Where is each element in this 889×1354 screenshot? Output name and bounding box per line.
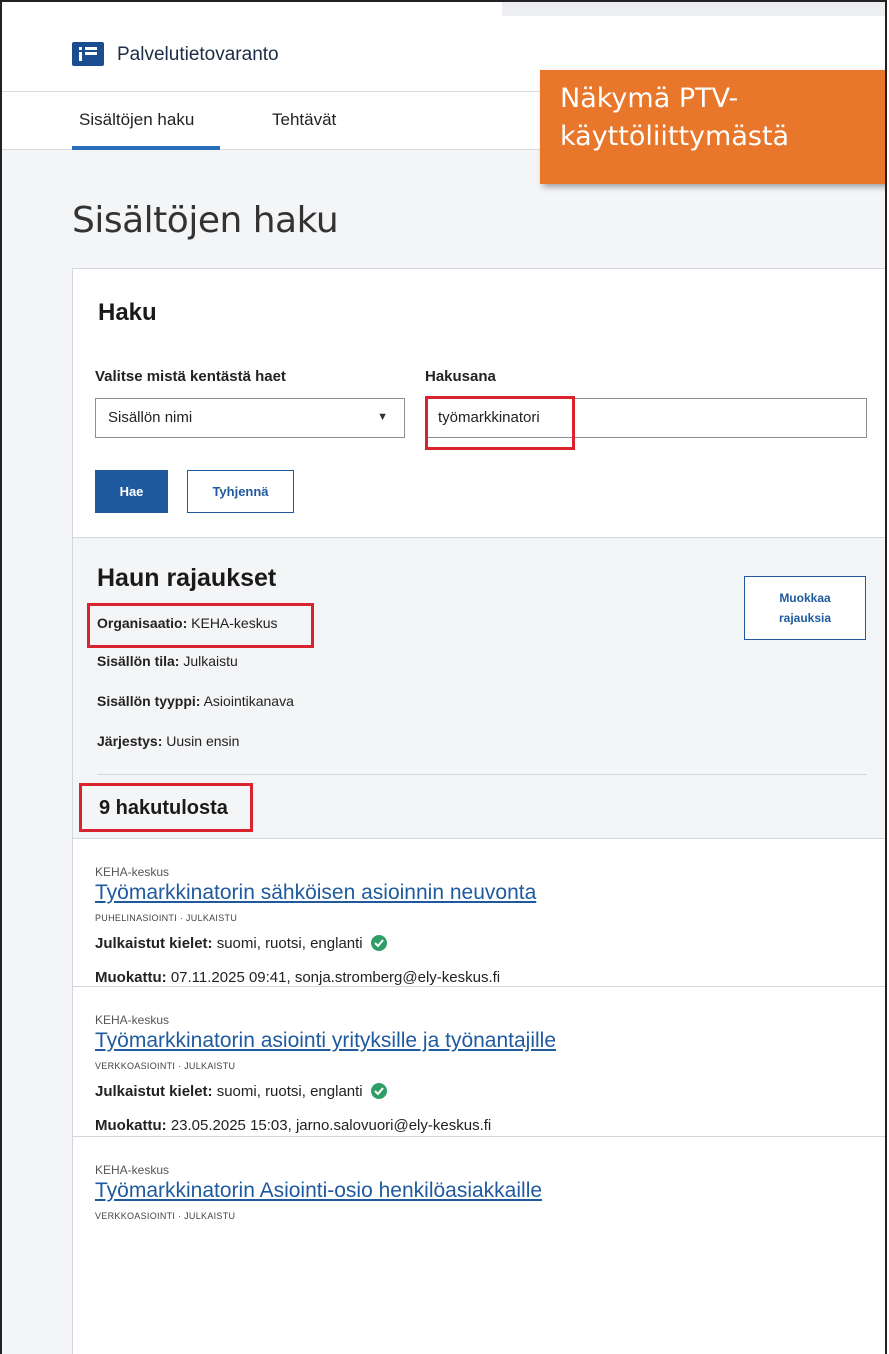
result-title-link[interactable]: Työmarkkinatorin Asiointi-osio henkilöas…: [95, 1179, 542, 1203]
keyword-highlight-box: [425, 396, 575, 450]
palvelutietovaranto-logo-icon[interactable]: [72, 42, 104, 66]
result-title-link[interactable]: Työmarkkinatorin sähköisen asioinnin neu…: [95, 881, 536, 905]
result-modified: Muokattu: 07.11.2025 09:41, sonja.stromb…: [95, 969, 500, 986]
languages-value: suomi, ruotsi, englanti: [216, 935, 363, 952]
edit-filters-button[interactable]: Muokkaa rajauksia: [744, 576, 866, 640]
filter-label: Sisällön tyyppi:: [97, 693, 201, 709]
modified-label: Muokattu:: [95, 1117, 167, 1134]
result-item: KEHA-keskus Työmarkkinatorin asiointi yr…: [73, 987, 885, 1137]
result-title-link[interactable]: Työmarkkinatorin asiointi yrityksille ja…: [95, 1029, 556, 1053]
result-meta: PUHELINASIOINTI · JULKAISTU: [95, 913, 238, 923]
published-check-icon: [370, 1083, 387, 1099]
main-content: Sisältöjen haku Haku Valitse mistä kentä…: [2, 150, 885, 1354]
search-button[interactable]: Hae: [95, 470, 168, 513]
filter-value: Julkaistu: [183, 653, 238, 669]
result-organization: KEHA-keskus: [95, 1163, 170, 1177]
top-strip: [502, 2, 885, 16]
filter-label: Järjestys:: [97, 733, 163, 749]
result-item: KEHA-keskus Työmarkkinatorin Asiointi-os…: [73, 1137, 885, 1285]
filters-title: Haun rajaukset: [97, 564, 277, 592]
result-modified: Muokattu: 23.05.2025 15:03, jarno.salovu…: [95, 1117, 491, 1134]
modified-value: 07.11.2025 09:41, sonja.stromberg@ely-ke…: [170, 969, 501, 986]
result-organization: KEHA-keskus: [95, 1013, 170, 1027]
search-field-select[interactable]: Sisällön nimi ▼: [95, 398, 405, 438]
page-title: Sisältöjen haku: [72, 200, 339, 241]
organization-highlight-box: [87, 603, 314, 648]
languages-value: suomi, ruotsi, englanti: [216, 1083, 363, 1100]
result-organization: KEHA-keskus: [95, 865, 170, 879]
published-check-icon: [370, 935, 387, 951]
tab-tehtavat[interactable]: Tehtävät: [272, 110, 336, 130]
keyword-label: Hakusana: [425, 368, 496, 385]
results-count-highlight-box: [79, 783, 253, 832]
callout-line-2: käyttöliittymästä: [560, 121, 790, 152]
filter-content-type: Sisällön tyyppi: Asiointikanava: [97, 693, 294, 709]
divider: [97, 774, 867, 775]
result-languages: Julkaistut kielet: suomi, ruotsi, englan…: [95, 935, 387, 952]
result-languages: Julkaistut kielet: suomi, ruotsi, englan…: [95, 1083, 387, 1100]
app-window: Palvelutietovaranto Sisältöjen haku Teht…: [0, 0, 887, 1354]
result-meta: VERKKOASIOINTI · JULKAISTU: [95, 1211, 236, 1221]
dropdown-caret-icon: ▼: [377, 411, 388, 423]
callout-line-1: Näkymä PTV-: [560, 83, 739, 114]
tab-sisaltojen-haku[interactable]: Sisältöjen haku: [79, 110, 194, 130]
edit-filters-label-1: Muokkaa: [779, 591, 831, 605]
filter-sort-order: Järjestys: Uusin ensin: [97, 733, 239, 749]
languages-label: Julkaistut kielet:: [95, 935, 213, 952]
search-section-title: Haku: [98, 299, 157, 326]
modified-value: 23.05.2025 15:03, jarno.salovuori@ely-ke…: [170, 1117, 492, 1134]
languages-label: Julkaistut kielet:: [95, 1083, 213, 1100]
search-field-value: Sisällön nimi: [108, 409, 193, 426]
result-meta: VERKKOASIOINTI · JULKAISTU: [95, 1061, 236, 1071]
filter-label: Sisällön tila:: [97, 653, 180, 669]
result-item: KEHA-keskus Työmarkkinatorin sähköisen a…: [73, 839, 885, 987]
filter-value: Asiointikanava: [203, 693, 294, 709]
annotation-callout: Näkymä PTV- käyttöliittymästä: [540, 70, 885, 184]
app-name[interactable]: Palvelutietovaranto: [117, 44, 279, 66]
search-field-label: Valitse mistä kentästä haet: [95, 368, 286, 385]
filter-value: Uusin ensin: [166, 733, 240, 749]
edit-filters-label-2: rajauksia: [778, 611, 832, 625]
filter-content-state: Sisällön tila: Julkaistu: [97, 653, 238, 669]
clear-button[interactable]: Tyhjennä: [187, 470, 294, 513]
modified-label: Muokattu:: [95, 969, 167, 986]
